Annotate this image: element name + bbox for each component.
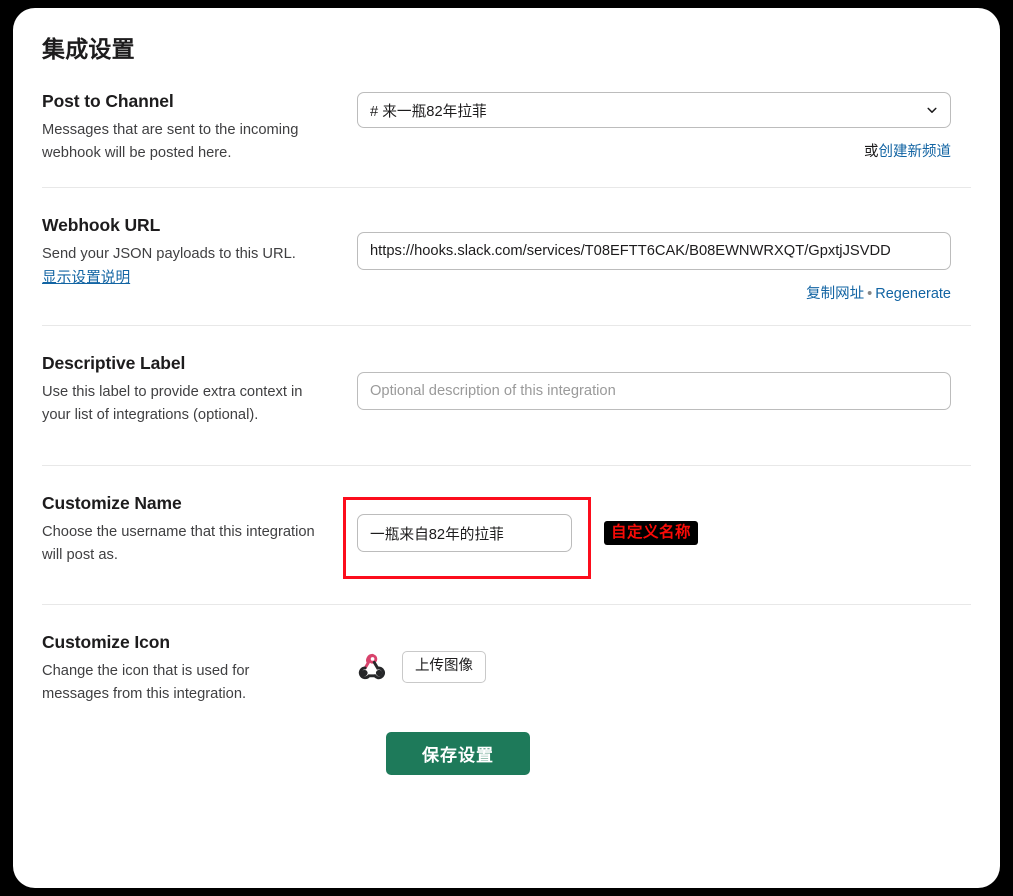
section-webhook-url-left: Webhook URL Send your JSON payloads to t… [42,214,357,287]
section-customize-icon-right: 上传图像 [357,631,971,683]
customize-name-input[interactable]: 一瓶来自82年的拉菲 [357,514,572,552]
section-descriptive-label: Descriptive Label Use this label to prov… [42,326,971,465]
show-setup-instructions-link[interactable]: 显示设置说明 [42,270,130,286]
section-title-customize-name: Customize Name [42,493,182,513]
webhook-url-actions: 复制网址 • Regenerate [357,282,951,303]
regenerate-link[interactable]: Regenerate [875,286,951,302]
webhook-url-input[interactable]: https://hooks.slack.com/services/T08EFTT… [357,232,951,270]
copy-url-link[interactable]: 复制网址 [806,286,864,302]
section-customize-icon-left: Customize Icon Change the icon that is u… [42,631,357,706]
section-title-descriptive-label: Descriptive Label [42,353,186,373]
action-separator: • [867,286,873,302]
section-webhook-url: Webhook URL Send your JSON payloads to t… [42,188,971,325]
create-channel-link[interactable]: 创建新频道 [879,144,952,160]
section-title-customize-icon: Customize Icon [42,632,170,652]
section-webhook-url-right: https://hooks.slack.com/services/T08EFTT… [357,214,971,303]
section-customize-name-right: 一瓶来自82年的拉菲 自定义名称 [343,492,971,579]
section-title-webhook-url: Webhook URL [42,215,161,235]
section-post-to-channel: Post to Channel Messages that are sent t… [42,90,971,187]
channel-select-value: # 来一瓶82年拉菲 [370,103,487,120]
descriptive-label-input[interactable]: Optional description of this integration [357,372,951,410]
section-desc-customize-name: Choose the username that this integratio… [42,524,315,563]
section-descriptive-label-left: Descriptive Label Use this label to prov… [42,352,357,427]
section-customize-name-left: Customize Name Choose the username that … [42,492,357,567]
section-title-post-to-channel: Post to Channel [42,91,174,111]
section-desc-post-to-channel: Messages that are sent to the incoming w… [42,122,299,161]
section-post-to-channel-right: # 来一瓶82年拉菲 或创建新频道 [357,90,971,161]
save-settings-button[interactable]: 保存设置 [386,732,530,775]
chevron-down-icon [926,104,938,116]
section-post-to-channel-left: Post to Channel Messages that are sent t… [42,90,357,165]
section-customize-name: Customize Name Choose the username that … [42,466,971,604]
page-title: 集成设置 [42,36,135,62]
save-row: 保存设置 [42,706,971,775]
section-descriptive-label-right: Optional description of this integration [357,352,971,410]
create-channel-prefix: 或 [864,144,879,160]
webhook-icon [357,652,387,682]
channel-select[interactable]: # 来一瓶82年拉菲 [357,92,951,128]
upload-image-button[interactable]: 上传图像 [402,651,486,683]
section-customize-icon: Customize Icon Change the icon that is u… [42,605,971,706]
customize-name-row: 一瓶来自82年的拉菲 自定义名称 [343,497,971,579]
annotation-badge: 自定义名称 [604,520,699,546]
section-desc-webhook-url: Send your JSON payloads to this URL. [42,246,296,262]
create-channel-row: 或创建新频道 [357,140,951,161]
section-desc-customize-icon: Change the icon that is used for message… [42,663,250,702]
settings-card: 集成设置 Post to Channel Messages that are s… [13,8,1000,888]
section-desc-descriptive-label: Use this label to provide extra context … [42,384,303,423]
customize-icon-row: 上传图像 [357,651,971,683]
